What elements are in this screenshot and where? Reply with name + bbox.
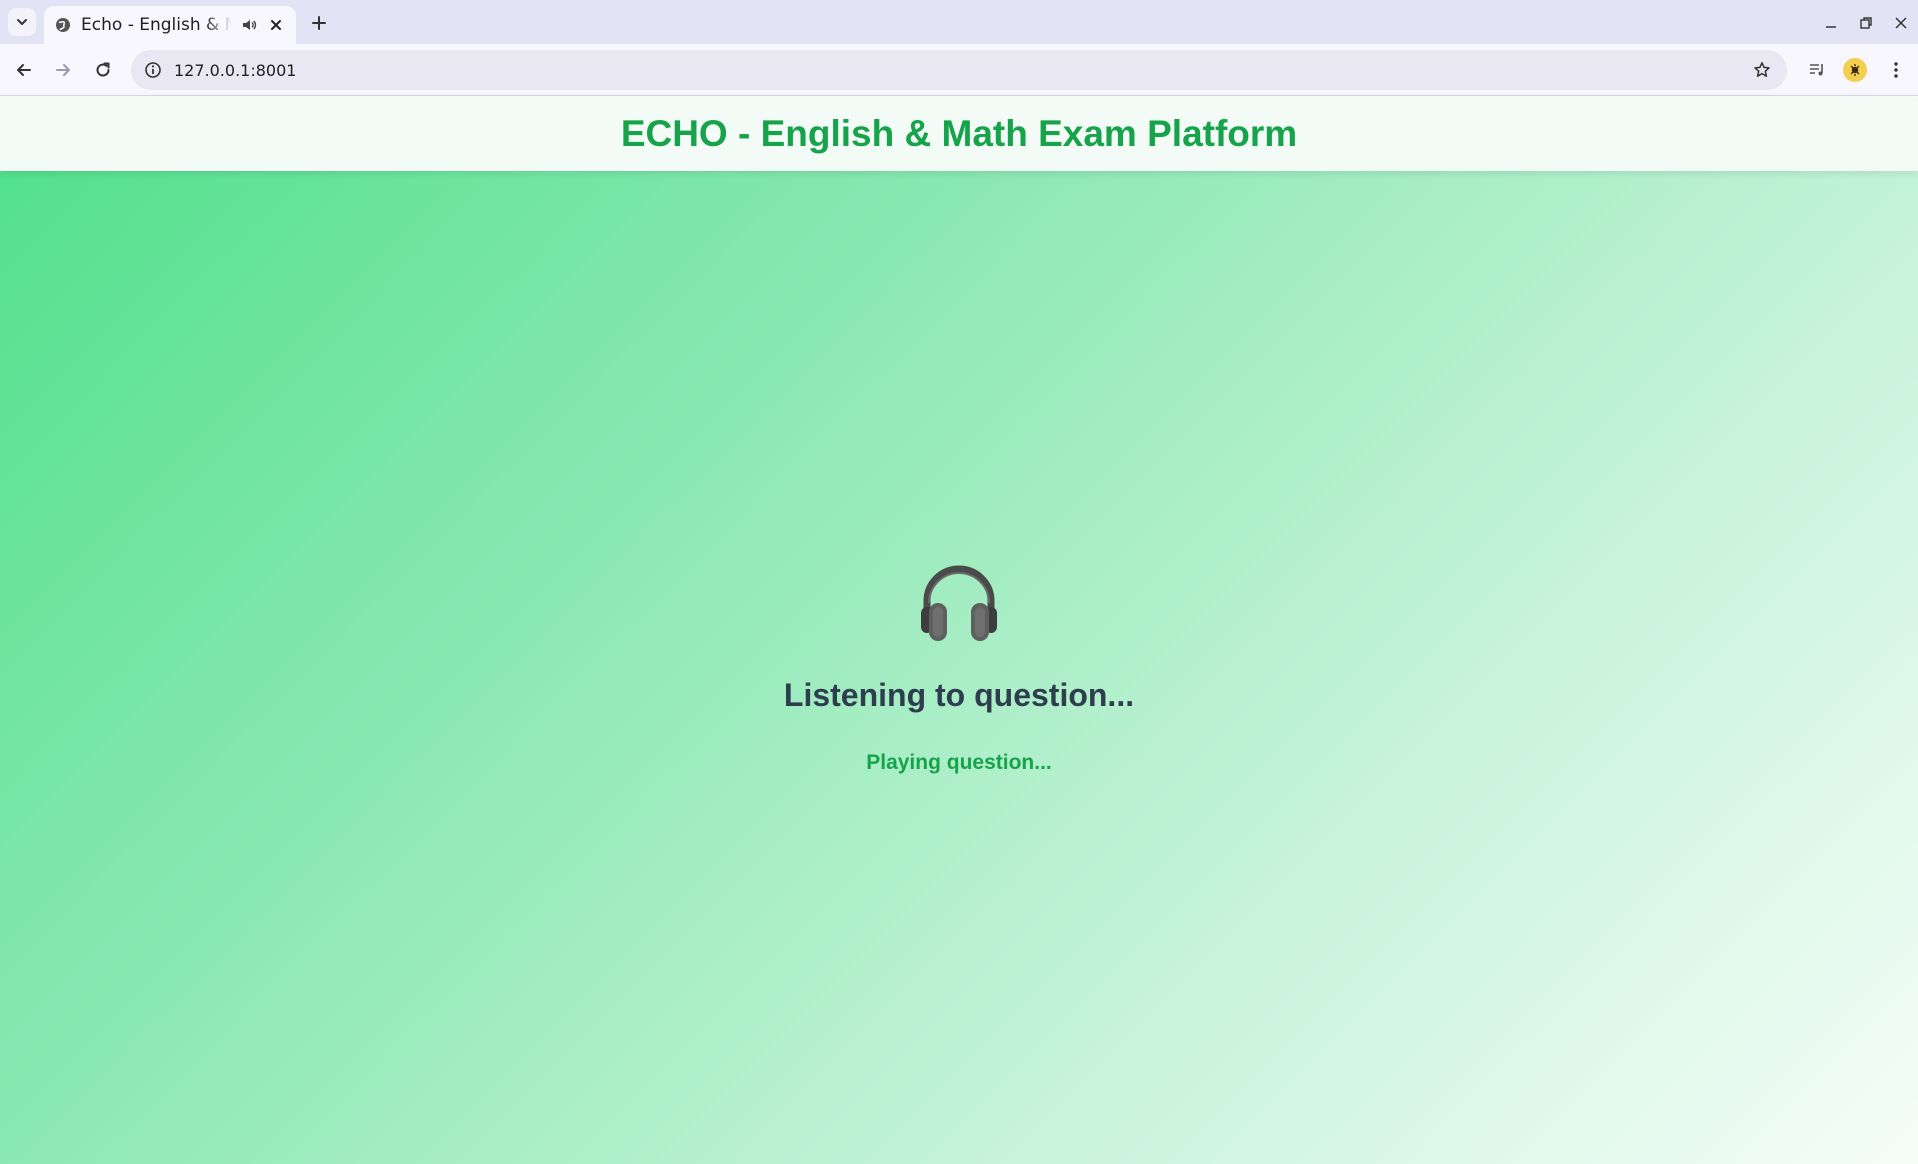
close-icon[interactable] — [265, 14, 286, 36]
reload-icon — [96, 62, 110, 77]
site-header: ECHO - English & Math Exam Platform — [0, 97, 1918, 171]
plus-icon — [312, 16, 326, 30]
info-icon[interactable] — [142, 59, 164, 81]
reload-button[interactable] — [89, 56, 117, 84]
browser-tab[interactable]: Echo - English & Math Exam Platform — [44, 6, 296, 44]
address-bar[interactable]: 127.0.0.1:8001 — [131, 50, 1787, 90]
speaker-icon[interactable] — [238, 14, 259, 36]
status-title: Listening to question... — [783, 677, 1135, 713]
restore-icon — [1860, 17, 1872, 29]
window-close-button[interactable] — [1888, 10, 1914, 36]
browser-toolbar: 127.0.0.1:8001 — [0, 44, 1918, 96]
kebab-menu-icon — [1894, 62, 1898, 78]
media-control-button[interactable] — [1803, 56, 1831, 84]
minimize-icon — [1826, 26, 1836, 28]
media-control-icon — [1810, 64, 1823, 76]
page-body: ECHO - English & Math Exam Platform List… — [0, 97, 1918, 1164]
browser-tab-strip: Echo - English & Math Exam Platform — [0, 0, 1918, 44]
tab-search-button[interactable] — [8, 8, 36, 36]
browser-menu-button[interactable] — [1882, 56, 1910, 84]
back-button[interactable] — [10, 56, 38, 84]
close-icon — [1895, 17, 1907, 29]
globe-icon — [54, 16, 71, 34]
minimize-button[interactable] — [1818, 10, 1844, 36]
forward-button[interactable] — [49, 56, 77, 84]
address-url[interactable]: 127.0.0.1:8001 — [174, 61, 296, 80]
profile-avatar — [1843, 58, 1867, 82]
tab-title: Echo - English & Math Exam Platform — [81, 15, 233, 35]
new-tab-button[interactable] — [306, 10, 332, 36]
back-arrow-icon — [17, 64, 31, 76]
headphones-icon — [0, 559, 1918, 655]
profile-button[interactable] — [1841, 56, 1869, 84]
status-subtitle: Playing question... — [866, 751, 1052, 774]
restore-button[interactable] — [1853, 10, 1879, 36]
page-title: ECHO - English & Math Exam Platform — [620, 113, 1298, 154]
forward-arrow-icon — [56, 64, 70, 76]
chevron-down-icon — [17, 19, 27, 25]
star-icon[interactable] — [1751, 59, 1773, 81]
